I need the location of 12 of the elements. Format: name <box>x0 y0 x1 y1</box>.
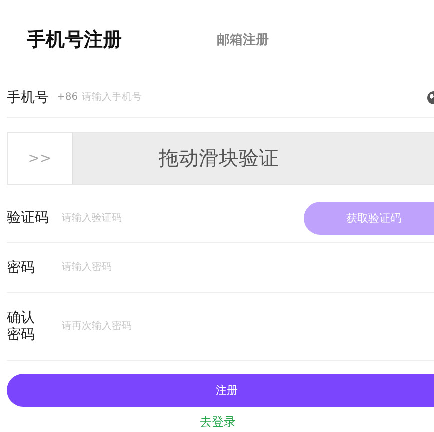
register-button[interactable]: 注册 <box>7 374 434 407</box>
field-label: 确认密码 <box>7 310 36 344</box>
field-label: 手机号 <box>7 88 49 106</box>
field-label: 验证码 <box>7 209 50 227</box>
field-label: 密码 <box>7 258 36 276</box>
slider-text: 拖动滑块验证 <box>158 145 280 172</box>
slider-handle[interactable]: >> <box>8 133 73 184</box>
get-code-button[interactable]: 获取验证码 <box>304 202 434 234</box>
country-code[interactable]: +86 <box>57 92 78 103</box>
tab[interactable]: 邮箱注册 <box>217 31 269 49</box>
tab[interactable]: 手机号注册 <box>27 27 122 53</box>
login-link[interactable]: 去登录 <box>200 415 236 429</box>
